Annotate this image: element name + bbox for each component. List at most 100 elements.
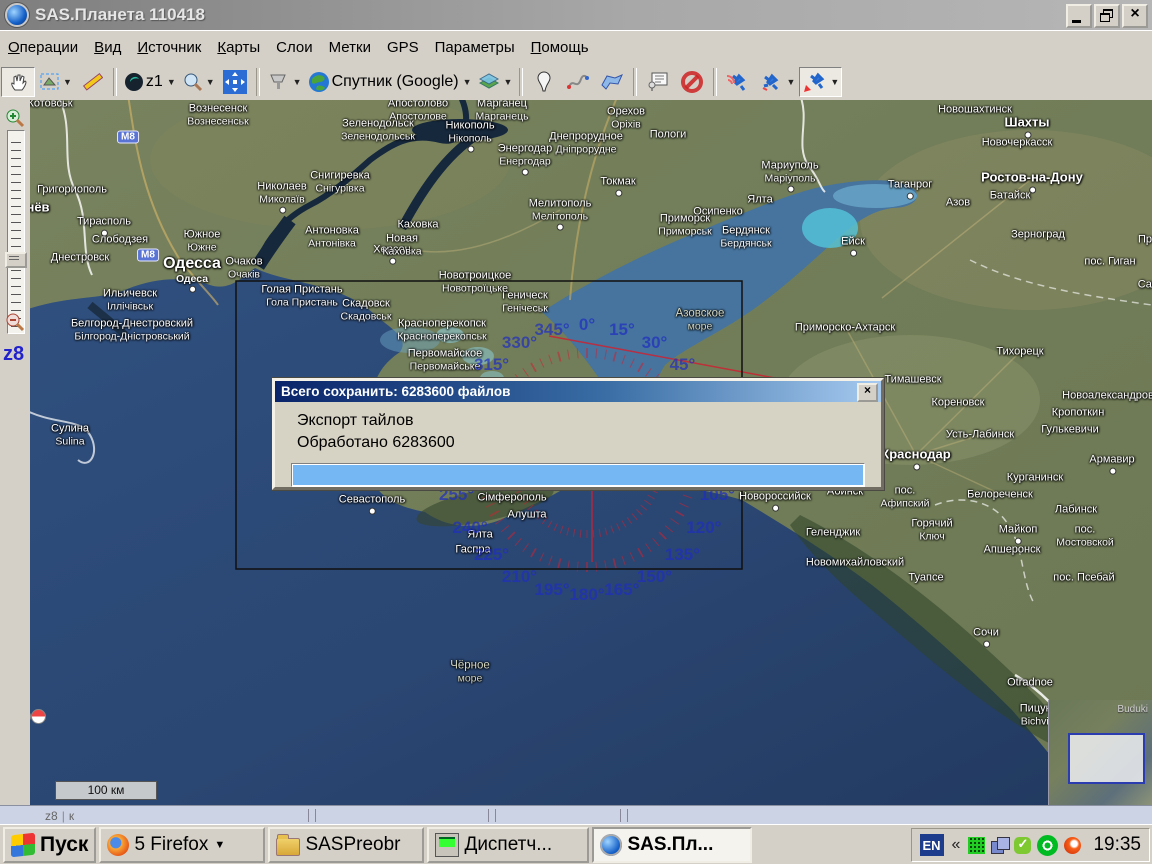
polygon-icon bbox=[599, 71, 625, 93]
menu-item[interactable]: Вид bbox=[86, 35, 129, 60]
map-label: Днестровск bbox=[51, 252, 109, 265]
taskbar-button[interactable]: Диспетч... bbox=[427, 827, 589, 863]
minimap-viewport-rect[interactable] bbox=[1068, 733, 1145, 784]
toolbar-separator bbox=[256, 68, 260, 96]
map-label: Кореновск bbox=[932, 397, 985, 410]
compass-degree-label: 225° bbox=[474, 545, 509, 565]
compass-degree-label: 45° bbox=[670, 355, 696, 375]
dropdown-arrow-icon: ▼ bbox=[504, 77, 513, 87]
hide-marks-button[interactable] bbox=[676, 68, 708, 96]
progress-bar bbox=[291, 463, 865, 487]
gps-follow-button[interactable]: ▼ bbox=[799, 67, 842, 97]
gps-connect-button[interactable] bbox=[722, 68, 754, 96]
map-label: Котовськ bbox=[30, 100, 73, 110]
map-label: Слободзея bbox=[92, 234, 148, 247]
sas-icon bbox=[600, 834, 622, 856]
city-dot bbox=[772, 504, 779, 511]
menu-item[interactable]: Слои bbox=[268, 35, 320, 60]
zoom-in-icon[interactable] bbox=[5, 108, 25, 128]
dropdown-arrow-icon: ▼ bbox=[463, 77, 472, 87]
menu-item[interactable]: Операции bbox=[0, 35, 86, 60]
map-label: Сочи bbox=[973, 627, 999, 640]
tray-messenger-icon[interactable] bbox=[1014, 837, 1031, 854]
marker-red-icon[interactable] bbox=[31, 709, 46, 724]
prohibition-icon bbox=[680, 70, 704, 94]
map-label: нёв bbox=[30, 201, 50, 216]
city-dot bbox=[369, 507, 376, 514]
minimap[interactable]: Buduki bbox=[1048, 700, 1152, 805]
map-label: Апшеронск bbox=[984, 544, 1041, 557]
menu-item[interactable]: Источник bbox=[129, 35, 209, 60]
map-label: пос.Мостовской bbox=[1056, 524, 1114, 549]
map-label: СкадовскСкадовськ bbox=[341, 298, 392, 323]
city-dot bbox=[983, 640, 990, 647]
path-button[interactable] bbox=[562, 68, 594, 96]
zoom-slider-track[interactable] bbox=[7, 130, 25, 334]
layers-button[interactable]: ▼ bbox=[476, 68, 515, 96]
map-source-button[interactable]: Спутник (Google) ▼ bbox=[306, 68, 474, 96]
menu-bar: ОперацииВидИсточникКартыСлоиМеткиGPSПара… bbox=[0, 30, 1152, 64]
layers-icon bbox=[478, 71, 502, 93]
city-dot bbox=[279, 206, 286, 213]
taskbar-button[interactable]: SAS.Пл... bbox=[592, 827, 752, 863]
ruler-tool-button[interactable] bbox=[76, 68, 108, 96]
map-label: МариупольМаріуполь bbox=[761, 160, 818, 185]
map-label: ОреховОріхів bbox=[607, 106, 645, 131]
fullscreen-button[interactable] bbox=[219, 68, 251, 96]
window-titlebar[interactable]: SAS.Планета 110418 × bbox=[0, 0, 1152, 30]
status-text: к bbox=[69, 809, 74, 823]
polygon-button[interactable] bbox=[596, 68, 628, 96]
menu-item[interactable]: Карты bbox=[209, 35, 268, 60]
toolbar-separator bbox=[633, 68, 637, 96]
dialog-titlebar[interactable]: Всего сохранить: 6283600 файлов × bbox=[275, 381, 881, 402]
magnifier-button[interactable]: ▼ bbox=[180, 68, 217, 96]
placemark-manager-button[interactable] bbox=[642, 68, 674, 96]
taskbar-button[interactable]: 5 Firefox▼ bbox=[99, 827, 265, 863]
selection-tool-button[interactable]: ▼ bbox=[37, 68, 74, 96]
zoom-out-icon[interactable] bbox=[5, 312, 25, 332]
minimap-place-label: Buduki bbox=[1117, 704, 1148, 715]
gps-device-button[interactable]: ▼ bbox=[265, 68, 304, 96]
menu-item[interactable]: Помощь bbox=[523, 35, 597, 60]
minimize-button[interactable] bbox=[1066, 4, 1092, 28]
taskbar-clock: 19:35 bbox=[1093, 834, 1141, 856]
map-label: КрасноперекопскКрасноперекопськ bbox=[397, 318, 486, 343]
city-dot bbox=[1109, 467, 1116, 474]
dialog-close-button[interactable]: × bbox=[857, 383, 878, 402]
menu-item[interactable]: Параметры bbox=[427, 35, 523, 60]
menu-item[interactable]: GPS bbox=[379, 35, 427, 60]
language-indicator[interactable]: EN bbox=[920, 834, 944, 856]
map-label: ДнепрорудноеДніпрорудне bbox=[549, 131, 623, 156]
status-panel-divider bbox=[308, 809, 316, 822]
map-label: Белгород-ДнестровскийБілгород-Дністровсь… bbox=[71, 318, 193, 343]
compass-degree-label: 315° bbox=[474, 355, 509, 375]
city-dot bbox=[557, 223, 564, 230]
compass-degree-label: 150° bbox=[637, 567, 672, 587]
dropdown-arrow-icon: ▼ bbox=[786, 77, 795, 87]
pan-tool-button[interactable] bbox=[1, 67, 35, 97]
tray-network-icon[interactable] bbox=[991, 837, 1008, 854]
start-button[interactable]: Пуск bbox=[3, 827, 96, 863]
tray-updater-icon[interactable] bbox=[1064, 837, 1081, 854]
tray-grid-icon[interactable] bbox=[968, 837, 985, 854]
dialog-line1: Экспорт тайлов bbox=[297, 410, 881, 432]
tray-antivirus-icon[interactable] bbox=[1037, 835, 1058, 856]
compass-degree-label: 15° bbox=[609, 320, 635, 340]
restore-button[interactable] bbox=[1094, 4, 1120, 28]
tray-chevron[interactable]: « bbox=[952, 836, 961, 854]
scale-bar: 100 км bbox=[55, 781, 157, 800]
zoom-slider-thumb[interactable] bbox=[5, 252, 27, 268]
map-label: Алушта bbox=[507, 509, 546, 522]
hand-icon bbox=[7, 71, 29, 93]
menu-item[interactable]: Метки bbox=[321, 35, 379, 60]
zoom-level-button[interactable]: z1 ▼ bbox=[122, 68, 178, 96]
taskbar-button[interactable]: SASPreobr bbox=[268, 827, 424, 863]
windows-logo-icon bbox=[11, 833, 35, 858]
placemark-button[interactable] bbox=[528, 68, 560, 96]
map-label: Приморско-Ахтарск bbox=[795, 322, 895, 335]
close-button[interactable]: × bbox=[1122, 4, 1148, 28]
compass-degree-label: 345° bbox=[534, 320, 569, 340]
gps-track-button[interactable]: ▼ bbox=[756, 68, 797, 96]
road-badge: M8 bbox=[137, 249, 159, 262]
map-label: Пр bbox=[1138, 234, 1152, 247]
